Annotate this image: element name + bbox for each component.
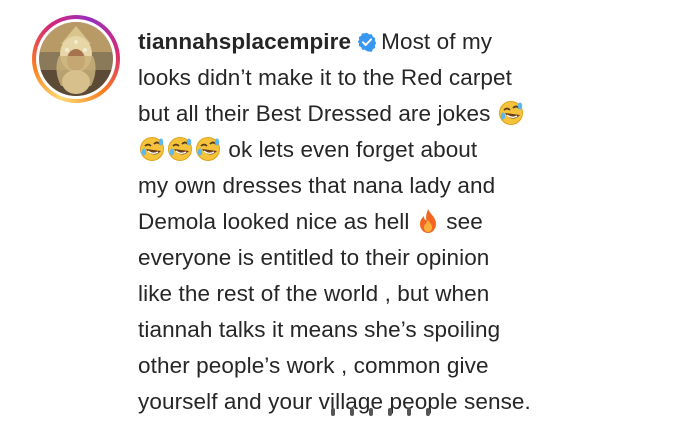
caption-text: Demola looked nice as hell <box>138 209 410 234</box>
caption-line: like the rest of the world , but when <box>138 281 490 306</box>
rolling-on-floor-laughing-emoji <box>195 136 221 162</box>
caption-text: but all their Best Dressed are jokes <box>138 101 491 126</box>
caption-line: tiannah talks it means she’s spoiling <box>138 317 501 342</box>
caption-line: tiannahsplacempire Most of my <box>138 24 658 60</box>
caption-text: Most of my <box>381 29 493 54</box>
caption-line: Demola looked nice as hell see <box>138 204 658 240</box>
cutoff-mark <box>407 408 411 416</box>
caption-line: other people’s work , common give <box>138 353 489 378</box>
avatar <box>39 22 113 96</box>
caption-line: ok lets even forget about <box>138 132 658 168</box>
fire-emoji <box>417 208 439 234</box>
rolling-on-floor-laughing-emoji <box>167 136 193 162</box>
cutoff-mark <box>388 408 392 416</box>
cutoff-mark <box>350 408 354 416</box>
story-avatar[interactable] <box>32 15 120 103</box>
cutoff-mark <box>426 408 430 416</box>
caption-line: but all their Best Dressed are jokes <box>138 96 658 132</box>
caption-line: everyone is entitled to their opinion <box>138 245 490 270</box>
caption-text: see <box>446 209 483 234</box>
rolling-on-floor-laughing-emoji <box>139 136 165 162</box>
cutoff-mark <box>369 408 373 416</box>
comment-post: tiannahsplacempire Most of my looks didn… <box>0 0 673 422</box>
cutoff-mark <box>331 408 335 416</box>
rolling-on-floor-laughing-emoji <box>498 100 524 126</box>
caption-text: ok lets even forget about <box>228 137 478 162</box>
caption-line: looks didn’t make it to the Red carpet <box>138 65 512 90</box>
username-link[interactable]: tiannahsplacempire <box>138 29 351 54</box>
caption-line: yourself and your village people sense. <box>138 389 531 414</box>
verified-badge-icon <box>357 32 377 52</box>
caption-line: my own dresses that nana lady and <box>138 173 496 198</box>
comment-caption: tiannahsplacempire Most of my looks didn… <box>138 24 658 420</box>
